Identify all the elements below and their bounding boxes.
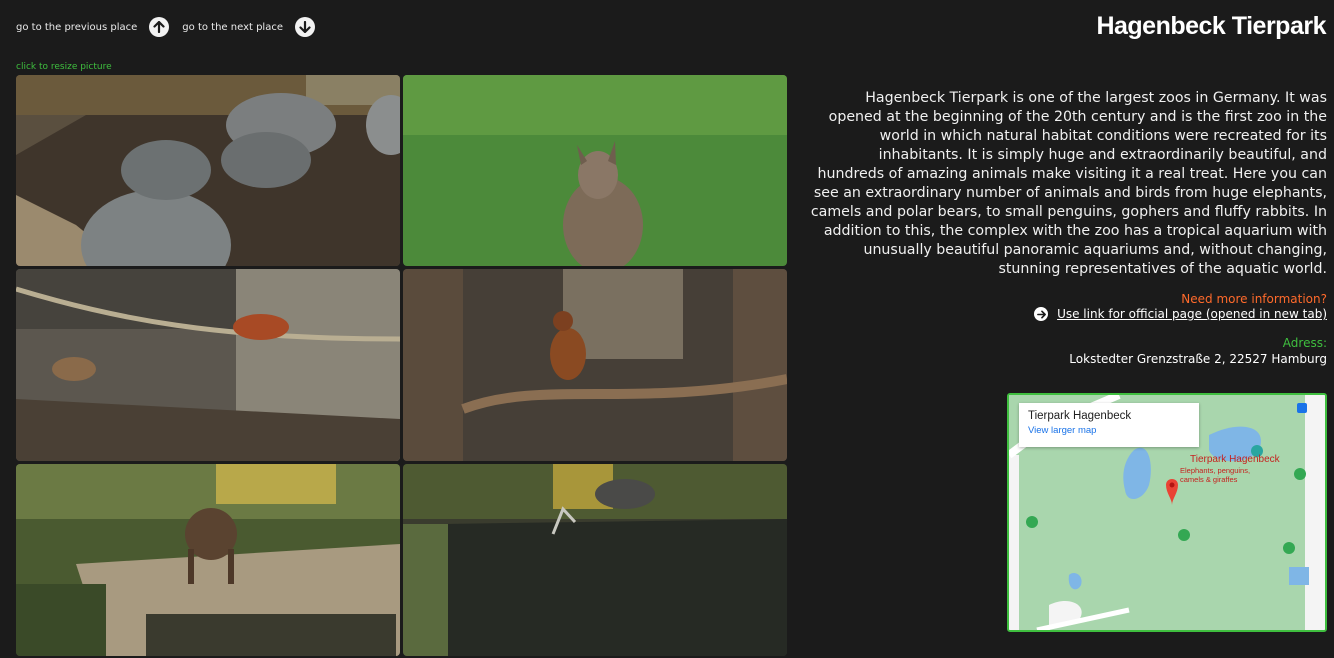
photo-red-panda[interactable] (16, 269, 400, 461)
page-title: Hagenbeck Tierpark (1096, 12, 1326, 40)
arrow-down-icon[interactable] (295, 17, 315, 37)
place-navigation: go to the previous place go to the next … (16, 16, 315, 38)
more-info-label: Need more information? (1181, 292, 1327, 306)
photo-mara[interactable] (403, 75, 787, 266)
official-page-link[interactable]: Use link for official page (opened in ne… (1034, 307, 1327, 321)
address-label: Adress: (1282, 336, 1327, 350)
photo-gallery (16, 75, 787, 658)
view-larger-map-link[interactable]: View larger map (1028, 425, 1190, 436)
next-place-link[interactable]: go to the next place (182, 17, 315, 37)
place-description: Hagenbeck Tierpark is one of the largest… (810, 90, 1327, 277)
embedded-map[interactable]: Tierpark Hagenbeck View larger map Tierp… (1007, 393, 1327, 632)
photo-orangutan[interactable] (403, 269, 787, 461)
map-place-name: Tierpark Hagenbeck (1028, 410, 1132, 422)
previous-place-link[interactable]: go to the previous place (16, 17, 170, 37)
previous-place-label: go to the previous place (16, 21, 138, 33)
arrow-up-icon[interactable] (149, 17, 170, 37)
map-pin-subtitle: Elephants, penguins, (1180, 466, 1251, 475)
address-value: Lokstedter Grenzstraße 2, 22527 Hamburg (1069, 352, 1327, 366)
resize-picture-hint[interactable]: click to resize picture (16, 62, 112, 72)
arrow-right-circle-icon (1034, 307, 1049, 321)
next-place-label: go to the next place (182, 21, 283, 33)
photo-camel[interactable] (16, 464, 400, 656)
photo-tortoises[interactable] (16, 75, 400, 266)
map-pin-subtitle: camels & giraffes (1180, 475, 1238, 484)
map-place-card: Tierpark Hagenbeck View larger map (1019, 403, 1199, 447)
photo-pond[interactable] (403, 464, 787, 656)
map-pin-label: Tierpark Hagenbeck (1190, 454, 1280, 465)
official-page-link-text[interactable]: Use link for official page (opened in ne… (1057, 307, 1327, 321)
